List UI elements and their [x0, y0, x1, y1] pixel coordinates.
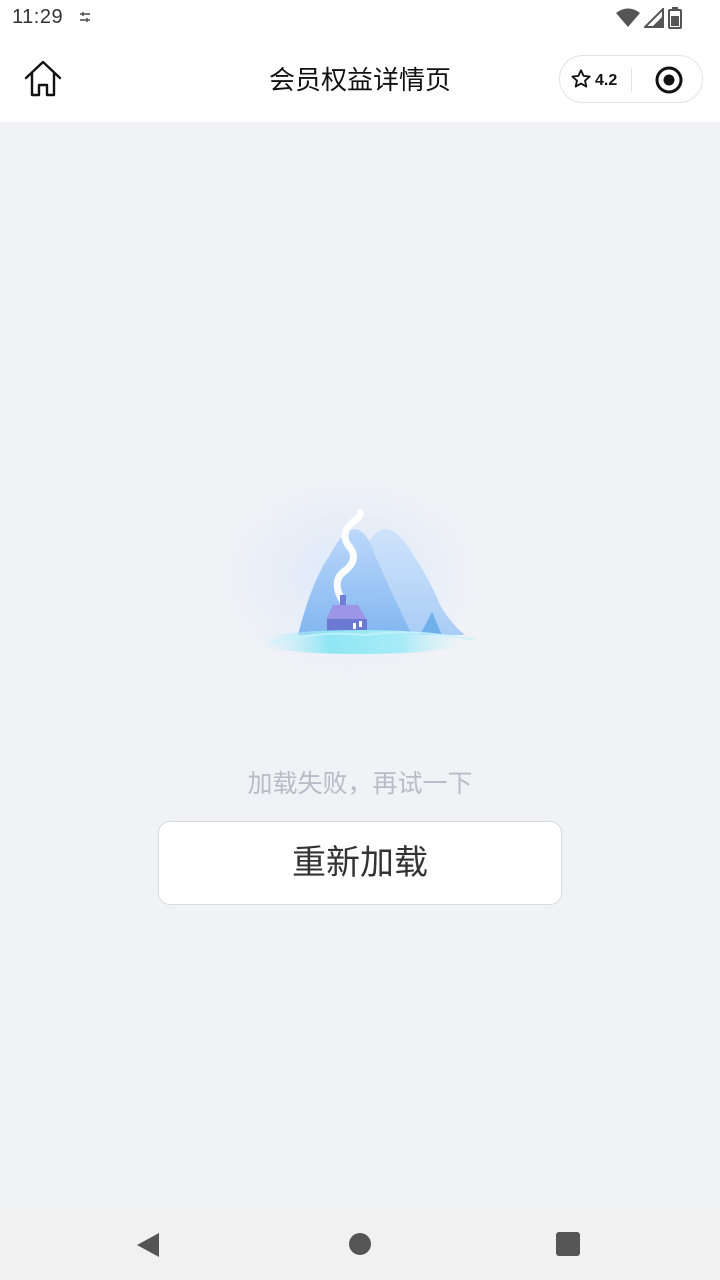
nav-bar: 会员权益详情页 4.2 [0, 36, 720, 122]
status-bar: 11:29 [0, 0, 720, 36]
mini-program-capsule: 4.2 [559, 55, 703, 103]
capsule-divider [631, 68, 632, 92]
wifi-icon [616, 8, 640, 32]
system-nav-bar [0, 1208, 720, 1280]
sliders-icon [78, 9, 92, 29]
status-icons [616, 6, 682, 33]
reload-button[interactable]: 重新加载 [158, 821, 562, 905]
load-failed-message: 加载失败，再试一下 [247, 769, 473, 798]
battery-icon [668, 7, 682, 33]
record-target-icon [654, 66, 684, 99]
star-outline-icon [570, 68, 592, 94]
cell-signal-icon [642, 6, 664, 32]
rating-value: 4.2 [595, 72, 618, 89]
recents-square-icon[interactable] [556, 1232, 580, 1256]
rating-button[interactable]: 4.2 [570, 68, 617, 94]
back-triangle-icon[interactable] [136, 1232, 160, 1262]
status-time: 11:29 [12, 6, 64, 28]
record-button[interactable] [654, 65, 684, 95]
home-circle-icon[interactable] [349, 1233, 371, 1255]
house-in-snowy-mountains-illustration [190, 430, 520, 680]
